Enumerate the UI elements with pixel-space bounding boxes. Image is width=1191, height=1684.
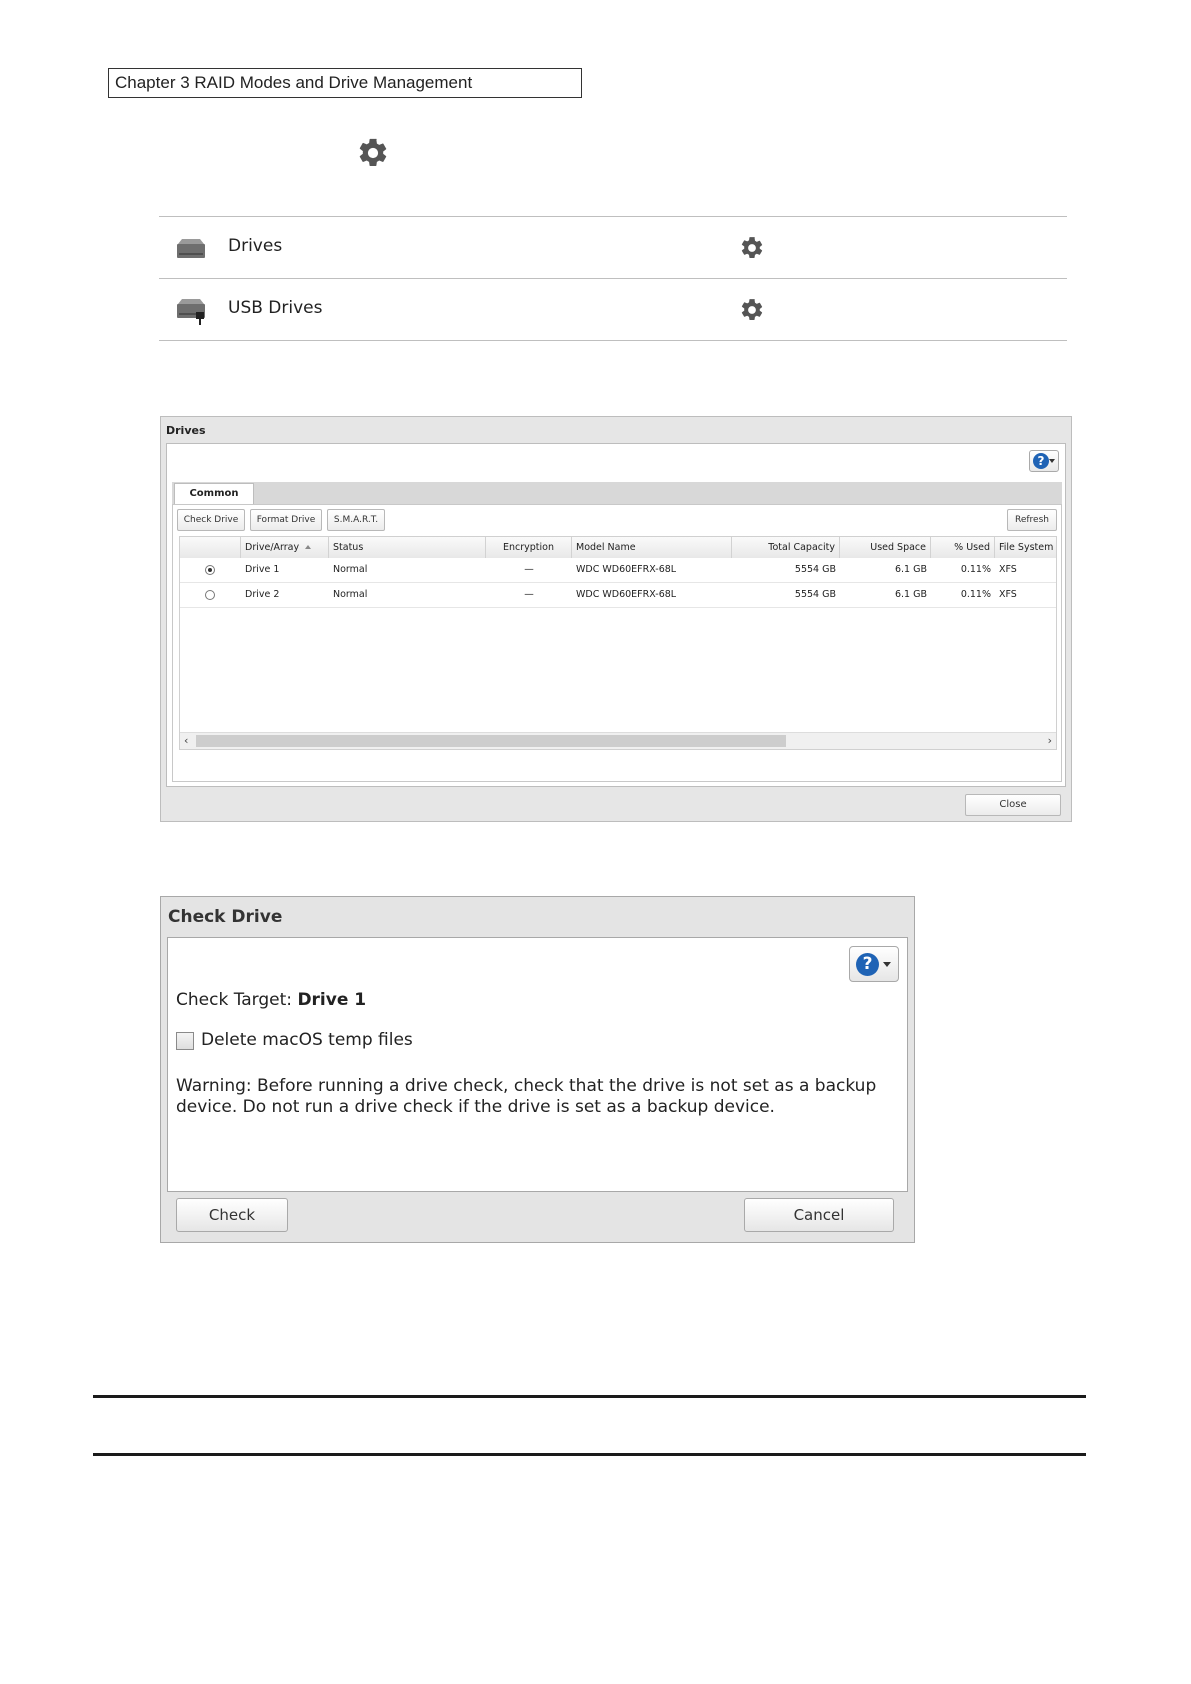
scrollbar-thumb[interactable] <box>196 735 786 747</box>
cancel-button[interactable]: Cancel <box>744 1198 894 1232</box>
cell-used-space: 6.1 GB <box>894 564 927 575</box>
column-label-drive: Drive/Array <box>245 542 300 553</box>
menu-item-drives[interactable]: Drives <box>159 217 1067 279</box>
column-header-status[interactable]: Status <box>329 537 486 558</box>
help-icon: ? <box>1033 453 1049 469</box>
menu-label-usb-drives: USB Drives <box>228 298 323 318</box>
horizontal-scrollbar[interactable]: ‹ › <box>180 732 1056 749</box>
gear-icon[interactable] <box>739 297 765 323</box>
menu-item-usb-drives[interactable]: USB Drives <box>159 279 1067 341</box>
table-header: Drive/Array Status Encryption Model Name… <box>180 537 1056 559</box>
cell-encryption: — <box>524 564 534 575</box>
refresh-button[interactable]: Refresh <box>1007 509 1057 531</box>
chevron-down-icon <box>1049 459 1055 463</box>
help-icon: ? <box>856 953 879 976</box>
cell-status: Normal <box>333 589 368 600</box>
delete-temp-files-checkbox[interactable] <box>176 1032 194 1050</box>
check-target-value: Drive 1 <box>297 990 367 1010</box>
drives-table: Drive/Array Status Encryption Model Name… <box>179 536 1057 750</box>
sort-ascending-icon <box>305 545 312 549</box>
gear-icon <box>359 138 387 167</box>
menu-divider <box>159 340 1067 341</box>
drive-icon <box>177 239 205 258</box>
check-target: Check Target: Drive 1 <box>176 990 366 1010</box>
row-radio[interactable] <box>205 565 215 575</box>
column-header-used-space[interactable]: Used Space <box>840 537 931 558</box>
cell-drive: Drive 2 <box>245 589 280 600</box>
check-button[interactable]: Check <box>176 1198 288 1232</box>
cell-model: WDC WD60EFRX-68L <box>576 589 677 600</box>
tab-pane: Check Drive Format Drive S.M.A.R.T. Refr… <box>172 504 1062 782</box>
scroll-left-icon[interactable]: ‹ <box>184 734 188 747</box>
cell-percent-used: 0.11% <box>960 589 991 600</box>
help-button[interactable]: ? <box>1029 450 1059 472</box>
dialog-title: Check Drive <box>168 907 283 927</box>
column-header-total-capacity[interactable]: Total Capacity <box>732 537 840 558</box>
chapter-header: Chapter 3 RAID Modes and Drive Managemen… <box>108 68 582 98</box>
cell-model: WDC WD60EFRX-68L <box>576 564 677 575</box>
table-row[interactable]: Drive 2 Normal — WDC WD60EFRX-68L 5554 G… <box>180 583 1056 608</box>
column-header-model[interactable]: Model Name <box>572 537 732 558</box>
cell-status: Normal <box>333 564 368 575</box>
column-header-file-system[interactable]: File System <box>995 537 1056 558</box>
row-radio[interactable] <box>205 590 215 600</box>
cell-used-space: 6.1 GB <box>894 589 927 600</box>
format-drive-button[interactable]: Format Drive <box>250 509 322 531</box>
check-target-label: Check Target: <box>176 990 293 1010</box>
warning-text: Warning: Before running a drive check, c… <box>176 1076 877 1117</box>
column-header-percent-used[interactable]: % Used <box>931 537 995 558</box>
cell-total-capacity: 5554 GB <box>794 589 836 600</box>
usb-drive-icon <box>177 299 205 325</box>
tab-strip: Common <box>172 482 1062 505</box>
divider <box>93 1453 1086 1456</box>
gear-icon[interactable] <box>739 235 765 261</box>
cell-file-system: XFS <box>999 564 1017 575</box>
delete-temp-files-label[interactable]: Delete macOS temp files <box>201 1030 413 1050</box>
smart-button[interactable]: S.M.A.R.T. <box>327 509 385 531</box>
cell-percent-used: 0.11% <box>960 564 991 575</box>
column-header-select <box>180 537 241 558</box>
help-button[interactable]: ? <box>849 946 899 982</box>
tab-common[interactable]: Common <box>174 483 254 505</box>
cell-drive: Drive 1 <box>245 564 280 575</box>
check-drive-dialog: Check Drive ? Check Target: Drive 1 Dele… <box>160 896 915 1243</box>
window-title: Drives <box>166 424 206 437</box>
table-row[interactable]: Drive 1 Normal — WDC WD60EFRX-68L 5554 G… <box>180 558 1056 583</box>
chevron-down-icon <box>883 962 891 967</box>
menu-label-drives: Drives <box>228 236 283 256</box>
window-body: ? Common Check Drive Format Drive S.M.A.… <box>166 443 1066 787</box>
cell-total-capacity: 5554 GB <box>794 564 836 575</box>
check-drive-button[interactable]: Check Drive <box>177 509 245 531</box>
divider <box>93 1395 1086 1398</box>
close-button[interactable]: Close <box>965 794 1061 816</box>
drives-window: Drives ? Common Check Drive Format Drive… <box>160 416 1072 822</box>
scroll-right-icon[interactable]: › <box>1048 734 1052 747</box>
cell-file-system: XFS <box>999 589 1017 600</box>
column-header-drive[interactable]: Drive/Array <box>241 537 329 558</box>
column-header-encryption[interactable]: Encryption <box>486 537 572 558</box>
cell-encryption: — <box>524 589 534 600</box>
dialog-body: ? Check Target: Drive 1 Delete macOS tem… <box>167 937 908 1192</box>
